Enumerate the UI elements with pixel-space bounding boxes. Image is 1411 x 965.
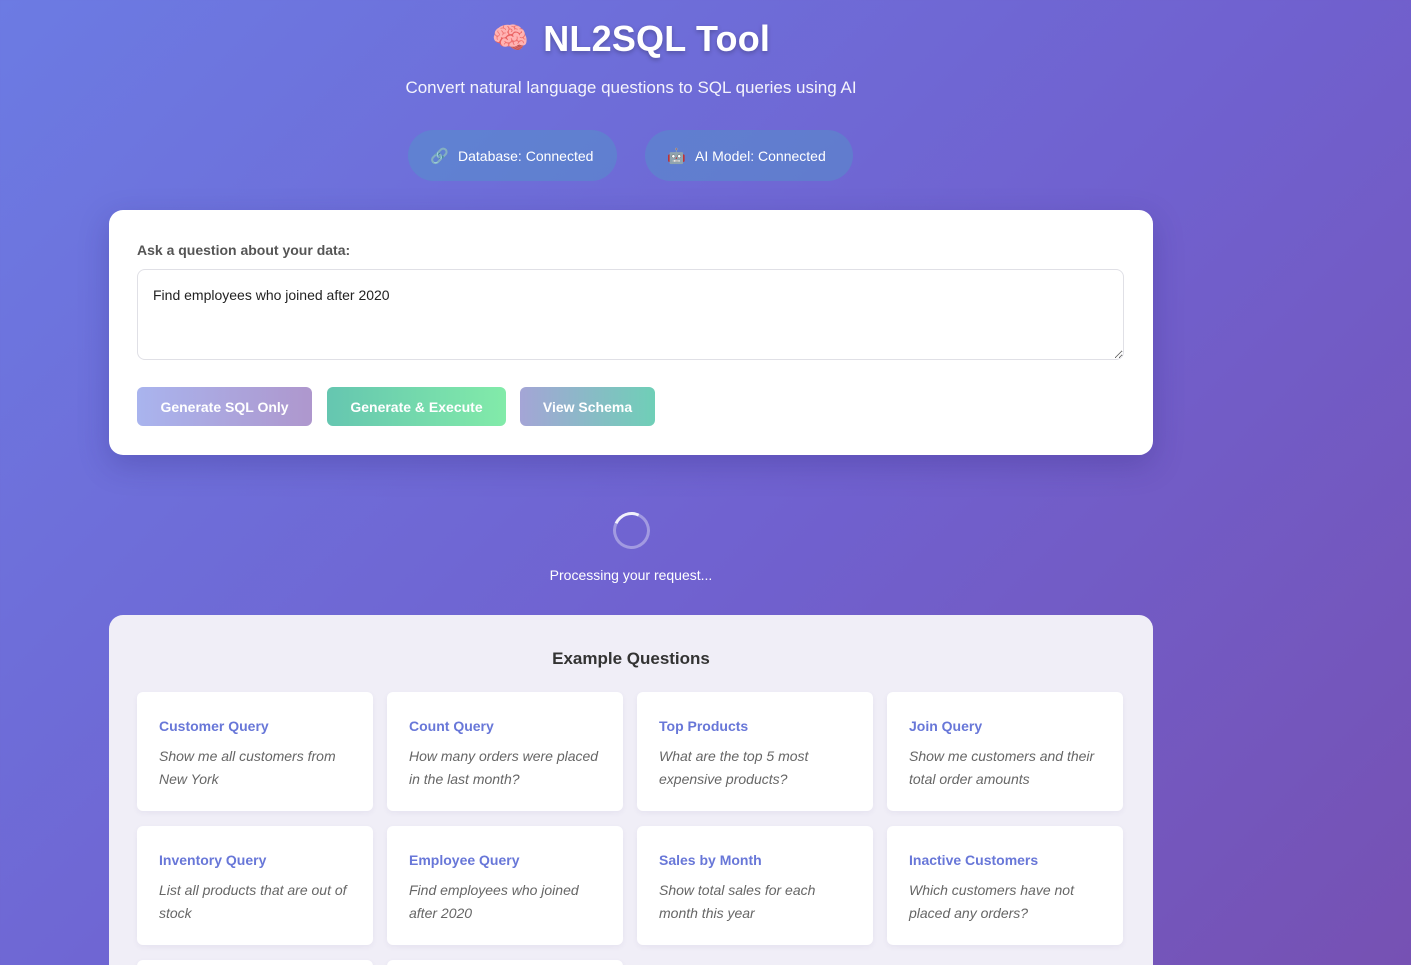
example-card-title: Inactive Customers: [909, 852, 1039, 868]
example-card[interactable]: [387, 960, 623, 965]
example-card-title: Employee Query: [409, 852, 520, 868]
example-card-inactive-customers[interactable]: Inactive Customers Which customers have …: [887, 826, 1123, 945]
query-panel: Ask a question about your data: Generate…: [109, 210, 1153, 455]
example-card-title: Top Products: [659, 718, 749, 734]
question-input[interactable]: [137, 269, 1124, 360]
loading-indicator: Processing your request...: [109, 506, 1153, 583]
generate-sql-button[interactable]: Generate SQL Only: [137, 387, 312, 426]
loading-text: Processing your request...: [549, 567, 713, 583]
example-card-join-query[interactable]: Join Query Show me customers and their t…: [887, 692, 1123, 811]
example-card-title: Sales by Month: [659, 852, 762, 868]
example-card-question: How many orders were placed in the last …: [409, 748, 599, 787]
example-card-employee-query[interactable]: Employee Query Find employees who joined…: [387, 826, 623, 945]
example-card-title: Customer Query: [159, 718, 269, 734]
example-card-question: Show total sales for each month this yea…: [659, 882, 816, 921]
example-card-customer-query[interactable]: Customer Query Show me all customers fro…: [137, 692, 373, 811]
title-row: 🧠 NL2SQL Tool: [109, 18, 1153, 60]
spinner-icon: [607, 506, 655, 555]
example-card-title: Count Query: [409, 718, 494, 734]
question-label: Ask a question about your data:: [137, 242, 351, 258]
examples-section: Example Questions Customer Query Show me…: [109, 615, 1153, 965]
view-schema-button[interactable]: View Schema: [520, 387, 655, 426]
generate-execute-button[interactable]: Generate & Execute: [327, 387, 506, 426]
example-card-title: Inventory Query: [159, 852, 267, 868]
example-card-top-products[interactable]: Top Products What are the top 5 most exp…: [637, 692, 873, 811]
example-card-question: Which customers have not placed any orde…: [909, 882, 1074, 921]
example-card-count-query[interactable]: Count Query How many orders were placed …: [387, 692, 623, 811]
ai-model-status-badge: 🤖 AI Model: Connected: [645, 130, 853, 181]
example-card-title: Join Query: [909, 718, 983, 734]
example-card-inventory-query[interactable]: Inventory Query List all products that a…: [137, 826, 373, 945]
example-card-question: Show me all customers from New York: [159, 748, 336, 787]
example-cards: Customer Query Show me all customers fro…: [137, 692, 1124, 965]
examples-title: Example Questions: [552, 649, 710, 668]
page-title: NL2SQL Tool: [543, 18, 771, 59]
example-card[interactable]: [137, 960, 373, 965]
example-card-question: What are the top 5 most expensive produc…: [659, 748, 809, 787]
ai-model-status-label: AI Model: Connected: [695, 147, 826, 164]
example-card-question: List all products that are out of stock: [159, 882, 347, 921]
brain-icon: 🧠: [491, 22, 530, 55]
example-card-question: Find employees who joined after 2020: [409, 882, 579, 921]
page-subtitle: Convert natural language questions to SQ…: [405, 78, 857, 97]
example-card-sales-by-month[interactable]: Sales by Month Show total sales for each…: [637, 826, 873, 945]
database-status-badge: 🔗 Database: Connected: [408, 130, 617, 181]
database-status-label: Database: Connected: [458, 147, 594, 164]
robot-icon: 🤖: [667, 147, 686, 165]
example-card-question: Show me customers and their total order …: [909, 748, 1095, 787]
link-icon: 🔗: [430, 147, 449, 165]
